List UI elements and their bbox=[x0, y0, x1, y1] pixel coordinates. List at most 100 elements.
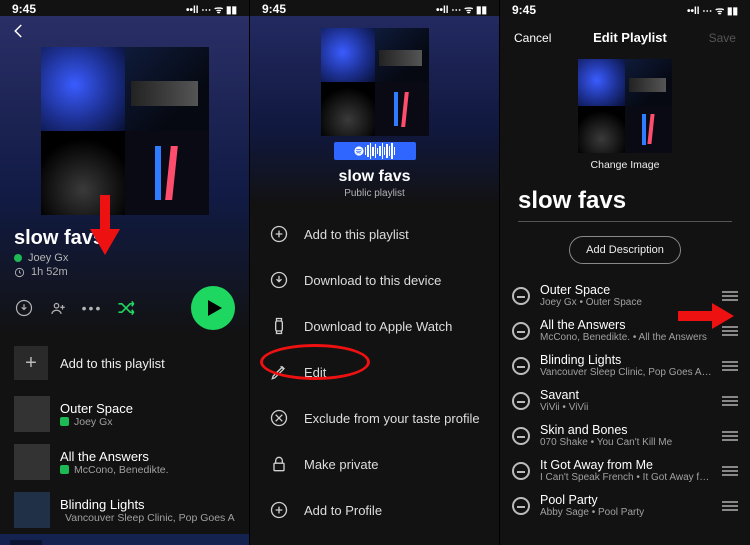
add-to-playlist-row[interactable]: + Add to this playlist bbox=[0, 336, 249, 390]
status-bar: 9:45 ••ll ⋯ ᯤ ▮▮ bbox=[0, 0, 249, 16]
remove-track-button[interactable] bbox=[512, 392, 530, 410]
playlist-cover bbox=[321, 28, 429, 136]
add-to-playlist-label: Add to this playlist bbox=[60, 356, 165, 371]
page-title: Edit Playlist bbox=[593, 30, 667, 45]
shuffle-button[interactable] bbox=[116, 298, 136, 318]
track-title: Savant bbox=[540, 388, 712, 402]
close-button[interactable]: Close bbox=[250, 533, 499, 545]
edit-track-row: Pool PartyAbby Sage • Pool Party bbox=[500, 488, 750, 523]
screen-context-menu: 9:45 ••ll ⋯ ᯤ ▮▮ slow favs Public playli… bbox=[250, 0, 500, 545]
track-row[interactable]: Blinding Lights Vancouver Sleep Clinic, … bbox=[0, 486, 249, 534]
edit-track-row: Blinding LightsVancouver Sleep Clinic, P… bbox=[500, 348, 750, 383]
playlist-name-input[interactable]: slow favs bbox=[500, 187, 750, 221]
track-title: Skin and Bones bbox=[540, 423, 712, 437]
track-art bbox=[14, 444, 50, 480]
pencil-icon bbox=[268, 361, 290, 383]
edit-track-row: Outer SpaceJoey Gx • Outer Space bbox=[500, 278, 750, 313]
remove-track-button[interactable] bbox=[512, 322, 530, 340]
track-title: Outer Space bbox=[60, 401, 235, 416]
remove-track-button[interactable] bbox=[512, 357, 530, 375]
track-art bbox=[14, 492, 50, 528]
menu-download-watch[interactable]: Download to Apple Watch bbox=[250, 303, 499, 349]
reorder-handle[interactable] bbox=[722, 466, 738, 476]
track-artist: Vancouver Sleep Clinic, Pop Goes Ambient… bbox=[540, 367, 712, 378]
menu-label: Add to Profile bbox=[304, 503, 382, 518]
edit-track-row: SavantViVii • ViVii bbox=[500, 383, 750, 418]
track-title: Outer Space bbox=[540, 283, 712, 297]
reorder-handle[interactable] bbox=[722, 361, 738, 371]
track-row[interactable]: Outer Space Joey Gx bbox=[0, 390, 249, 438]
lyrics-badge-icon bbox=[60, 465, 69, 474]
menu-add-to-profile[interactable]: Add to Profile bbox=[250, 487, 499, 533]
menu-label: Download to this device bbox=[304, 273, 441, 288]
download-icon bbox=[268, 269, 290, 291]
track-art bbox=[14, 396, 50, 432]
edit-track-row: It Got Away from MeI Can't Speak French … bbox=[500, 453, 750, 488]
reorder-handle[interactable] bbox=[722, 326, 738, 336]
screen-playlist-view: 9:45 ••ll ⋯ ᯤ ▮▮ slow favs Joey Gx 1h 52… bbox=[0, 0, 250, 545]
reorder-handle[interactable] bbox=[722, 291, 738, 301]
play-button[interactable] bbox=[191, 286, 235, 330]
menu-exclude-profile[interactable]: Exclude from your taste profile bbox=[250, 395, 499, 441]
watch-icon bbox=[268, 315, 290, 337]
owner-avatar bbox=[14, 254, 22, 262]
menu-add-to-playlist[interactable]: Add to this playlist bbox=[250, 211, 499, 257]
menu-download-device[interactable]: Download to this device bbox=[250, 257, 499, 303]
cover-tile bbox=[125, 131, 209, 215]
menu-make-private[interactable]: Make private bbox=[250, 441, 499, 487]
track-title: All the Answers bbox=[60, 449, 235, 464]
remove-track-button[interactable] bbox=[512, 462, 530, 480]
playlist-cover[interactable] bbox=[41, 47, 209, 215]
add-description-button[interactable]: Add Description bbox=[569, 236, 681, 264]
plus-icon: + bbox=[14, 346, 48, 380]
remove-track-button[interactable] bbox=[512, 497, 530, 515]
mini-player[interactable]: lost my friend at a rave • Abby Bella Ma… bbox=[0, 534, 249, 545]
track-artist: McCono, Benedikte. bbox=[74, 464, 169, 476]
reorder-handle[interactable] bbox=[722, 396, 738, 406]
plus-circle-icon bbox=[268, 223, 290, 245]
menu-label: Exclude from your taste profile bbox=[304, 411, 480, 426]
lock-icon bbox=[268, 453, 290, 475]
playlist-duration: 1h 52m bbox=[31, 266, 68, 278]
name-underline bbox=[518, 221, 732, 222]
track-row[interactable]: All the Answers McCono, Benedikte. bbox=[0, 438, 249, 486]
edit-track-list: Outer SpaceJoey Gx • Outer Space All the… bbox=[500, 278, 750, 523]
playlist-owner-row[interactable]: Joey Gx bbox=[0, 250, 249, 264]
mini-player-art bbox=[10, 540, 42, 545]
change-image-button[interactable]: Change Image bbox=[500, 159, 750, 171]
track-artist: Joey Gx bbox=[74, 416, 113, 428]
track-title: Blinding Lights bbox=[540, 353, 712, 367]
status-time: 9:45 bbox=[262, 2, 286, 16]
status-indicators: ••ll ⋯ ᯤ ▮▮ bbox=[436, 2, 487, 16]
screen-edit-playlist: 9:45 ••ll ⋯ ᯤ ▮▮ Cancel Edit Playlist Sa… bbox=[500, 0, 750, 545]
track-title: Blinding Lights bbox=[60, 497, 235, 512]
playlist-action-row: ••• bbox=[0, 278, 249, 336]
edit-track-row: All the AnswersMcCono, Benedikte. • All … bbox=[500, 313, 750, 348]
exclude-icon bbox=[268, 407, 290, 429]
cancel-button[interactable]: Cancel bbox=[514, 31, 551, 45]
track-artist: I Can't Speak French • It Got Away from … bbox=[540, 472, 712, 483]
reorder-handle[interactable] bbox=[722, 431, 738, 441]
remove-track-button[interactable] bbox=[512, 287, 530, 305]
edit-header: Cancel Edit Playlist Save bbox=[500, 18, 750, 51]
track-artist: McCono, Benedikte. • All the Answers bbox=[540, 332, 712, 343]
track-artist: Joey Gx • Outer Space bbox=[540, 297, 712, 308]
back-button[interactable] bbox=[0, 20, 249, 47]
remove-track-button[interactable] bbox=[512, 427, 530, 445]
spotify-code[interactable] bbox=[334, 142, 416, 160]
reorder-handle[interactable] bbox=[722, 501, 738, 511]
menu-edit[interactable]: Edit bbox=[250, 349, 499, 395]
playlist-duration-row: 1h 52m bbox=[0, 264, 249, 278]
save-button[interactable]: Save bbox=[709, 31, 736, 45]
playlist-cover[interactable] bbox=[578, 59, 672, 153]
status-indicators: ••ll ⋯ ᯤ ▮▮ bbox=[186, 2, 237, 16]
menu-label: Download to Apple Watch bbox=[304, 319, 452, 334]
menu-label: Add to this playlist bbox=[304, 227, 409, 242]
menu-label: Make private bbox=[304, 457, 378, 472]
download-button[interactable] bbox=[14, 298, 34, 318]
track-title: Pool Party bbox=[540, 493, 712, 507]
invite-collaborators-button[interactable] bbox=[48, 298, 68, 318]
profile-add-icon bbox=[268, 499, 290, 521]
more-options-button[interactable]: ••• bbox=[82, 298, 102, 318]
status-indicators: ••ll ⋯ ᯤ ▮▮ bbox=[687, 3, 738, 17]
